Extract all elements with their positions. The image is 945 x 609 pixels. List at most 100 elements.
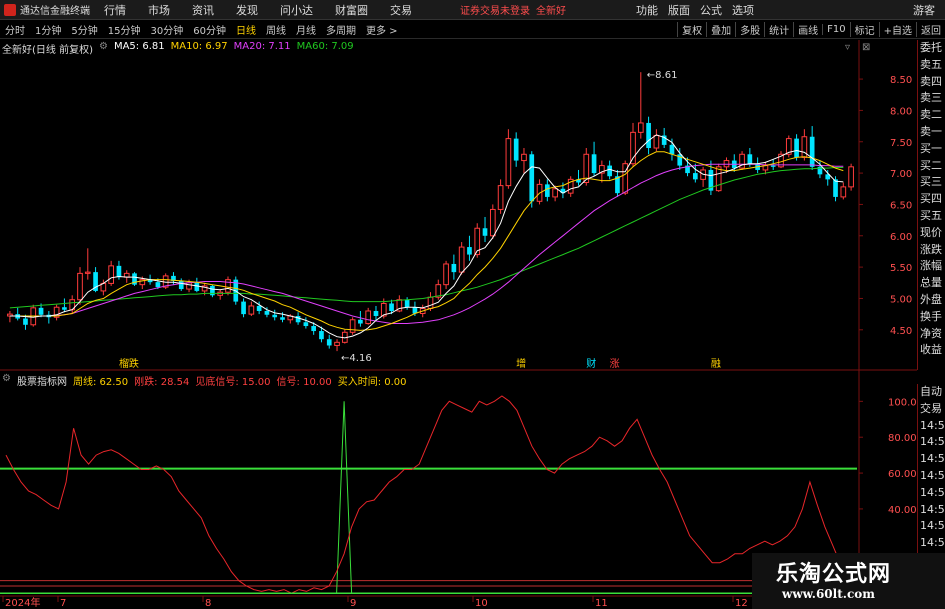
tool-mark[interactable]: 标记 bbox=[849, 22, 879, 37]
candle-body bbox=[497, 185, 504, 210]
candle-body bbox=[607, 165, 612, 177]
candle-body bbox=[186, 282, 192, 290]
side-panel-item-15[interactable]: 外盘 bbox=[918, 292, 945, 309]
side-panel-item-9[interactable]: 买四 bbox=[918, 191, 945, 208]
period-60min[interactable]: 60分钟 bbox=[188, 22, 231, 37]
side-panel2-item-5[interactable]: 14:56 bbox=[918, 468, 945, 485]
candle-body bbox=[848, 166, 854, 188]
menu-options[interactable]: 选项 bbox=[732, 2, 754, 18]
menu-trade[interactable]: 交易 bbox=[390, 2, 412, 18]
tool-stats[interactable]: 统计 bbox=[764, 22, 793, 37]
menu-wealth[interactable]: 财富圈 bbox=[335, 2, 368, 18]
side-panel2-item-7[interactable]: 14:56 bbox=[918, 502, 945, 519]
candle-body bbox=[770, 165, 776, 167]
time-tick-label: 12 bbox=[735, 598, 748, 609]
event-tag: 增 bbox=[516, 357, 526, 370]
side-panel2-item-1[interactable]: 交易 bbox=[918, 401, 945, 418]
side-panel-item-14[interactable]: 总量 bbox=[918, 275, 945, 292]
side-panel-item-1[interactable]: 卖五 bbox=[918, 57, 945, 74]
side-panel-item-2[interactable]: 卖四 bbox=[918, 74, 945, 91]
period-15min[interactable]: 15分钟 bbox=[103, 22, 146, 37]
menu-ask[interactable]: 问小达 bbox=[280, 2, 313, 18]
menu-discover[interactable]: 发现 bbox=[236, 2, 258, 18]
side-panel2-item-2[interactable]: 14:55 bbox=[918, 418, 945, 435]
side-panel-item-3[interactable]: 卖三 bbox=[918, 90, 945, 107]
login-warning[interactable]: 证券交易未登录 bbox=[460, 2, 530, 17]
menu-market[interactable]: 行情 bbox=[104, 2, 126, 18]
side-panel-item-18[interactable]: 收益 bbox=[918, 342, 945, 359]
menu-news[interactable]: 资讯 bbox=[192, 2, 214, 18]
candle-body bbox=[108, 265, 114, 284]
period-monthly[interactable]: 月线 bbox=[291, 22, 321, 37]
chart-svg[interactable]: 8.50 8.00 7.50 7.00 6.50 6.00 5.50 5.00 4.50 ←8.6… bbox=[0, 40, 917, 609]
side-panel-item-4[interactable]: 卖二 bbox=[918, 107, 945, 124]
candle-body bbox=[544, 184, 550, 197]
period-tick[interactable]: 分时 bbox=[0, 22, 30, 37]
indicator-tick-label: 80.00 bbox=[888, 433, 917, 444]
tool-add-watchlist[interactable]: +自选 bbox=[878, 22, 916, 37]
period-more[interactable]: 更多 > bbox=[361, 22, 403, 37]
chart-area[interactable]: 8.50 8.00 7.50 7.00 6.50 6.00 5.50 5.00 4.50 ←8.6… bbox=[0, 40, 945, 609]
settings-icon[interactable]: ⚙ bbox=[99, 41, 108, 56]
candle-body bbox=[178, 280, 184, 290]
tool-multi-stock[interactable]: 多股 bbox=[735, 22, 764, 37]
side-panel-item-17[interactable]: 净资 bbox=[918, 326, 945, 343]
candle-body bbox=[365, 310, 372, 325]
candle-body bbox=[38, 307, 44, 315]
period-30min[interactable]: 30分钟 bbox=[145, 22, 188, 37]
candle-body bbox=[77, 272, 83, 301]
candle-body bbox=[840, 186, 847, 198]
tool-adjust[interactable]: 复权 bbox=[677, 22, 706, 37]
side-panel-item-0[interactable]: 委托 bbox=[918, 40, 945, 57]
indicator-title: 股票指标网 bbox=[16, 377, 67, 388]
side-panel-item-10[interactable]: 买五 bbox=[918, 208, 945, 225]
side-panel2-item-3[interactable]: 14:56 bbox=[918, 434, 945, 451]
candle-body bbox=[833, 179, 838, 197]
indicator-b: 刚跌: 28.54 bbox=[134, 377, 190, 388]
side-panel2-item-9[interactable]: 14:56 bbox=[918, 535, 945, 552]
price-tick-label: 5.50 bbox=[890, 263, 912, 274]
menu-function[interactable]: 功能 bbox=[636, 2, 658, 18]
side-panel-item-8[interactable]: 买三 bbox=[918, 174, 945, 191]
toolbar-right: 复权 叠加 多股 统计 画线 F10 标记 +自选 返回 bbox=[677, 20, 945, 39]
chart-background bbox=[0, 40, 917, 609]
event-tag: 财 bbox=[586, 357, 596, 370]
menu-layout[interactable]: 版面 bbox=[668, 2, 690, 18]
menu-exchange[interactable]: 市场 bbox=[148, 2, 170, 18]
price-tick-label: 6.00 bbox=[890, 232, 912, 243]
side-panel-item-7[interactable]: 买二 bbox=[918, 158, 945, 175]
period-toolbar: 分时 1分钟 5分钟 15分钟 30分钟 60分钟 日线 周线 月线 多周期 更… bbox=[0, 20, 945, 39]
period-multi[interactable]: 多周期 bbox=[321, 22, 361, 37]
side-panel2-item-8[interactable]: 14:56 bbox=[918, 518, 945, 535]
ma60-label: MA60: 7.09 bbox=[296, 41, 354, 52]
indicator-a: 周线: 62.50 bbox=[72, 377, 129, 388]
candle-body bbox=[505, 138, 512, 187]
side-panel2-item-6[interactable]: 14:56 bbox=[918, 485, 945, 502]
side-panel2-item-4[interactable]: 14:56 bbox=[918, 451, 945, 468]
candle-body bbox=[552, 188, 558, 198]
period-daily[interactable]: 日线 bbox=[231, 22, 261, 37]
candle-body bbox=[801, 136, 808, 158]
time-tick-label: 9 bbox=[350, 598, 356, 609]
side-panel2-item-0[interactable]: 自动 bbox=[918, 384, 945, 401]
side-panel-item-16[interactable]: 换手 bbox=[918, 309, 945, 326]
candle-body bbox=[513, 138, 519, 161]
tool-f10[interactable]: F10 bbox=[822, 24, 849, 35]
indicator-settings-icon[interactable]: ⚙ bbox=[2, 373, 11, 388]
candle-body bbox=[521, 153, 527, 162]
ma20-label: MA20: 7.11 bbox=[233, 41, 291, 52]
tool-back[interactable]: 返回 bbox=[916, 22, 945, 37]
candle-body bbox=[747, 154, 753, 164]
menu-formula[interactable]: 公式 bbox=[700, 2, 722, 18]
tool-draw[interactable]: 画线 bbox=[793, 22, 822, 37]
period-weekly[interactable]: 周线 bbox=[261, 22, 291, 37]
side-panel-item-5[interactable]: 卖一 bbox=[918, 124, 945, 141]
side-panel-item-11[interactable]: 现价 bbox=[918, 225, 945, 242]
period-5min[interactable]: 5分钟 bbox=[66, 22, 102, 37]
period-1min[interactable]: 1分钟 bbox=[30, 22, 66, 37]
guest-label[interactable]: 游客 bbox=[913, 2, 935, 18]
side-panel-item-13[interactable]: 涨幅 bbox=[918, 258, 945, 275]
side-panel-item-12[interactable]: 涨跌 bbox=[918, 242, 945, 259]
tool-overlay[interactable]: 叠加 bbox=[706, 22, 735, 37]
side-panel-item-6[interactable]: 买一 bbox=[918, 141, 945, 158]
